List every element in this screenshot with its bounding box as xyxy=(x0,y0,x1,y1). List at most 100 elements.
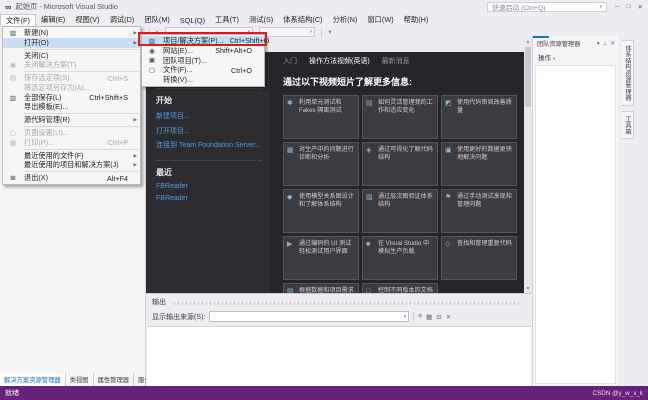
output-content[interactable] xyxy=(147,326,531,386)
menu-item-export-template[interactable]: 导出模板(E)... xyxy=(3,103,140,113)
window-title: 起始页 - Microsoft Visual Studio xyxy=(15,2,117,12)
quick-launch-box[interactable]: 快速启动 (Ctrl+Q) ▾ xyxy=(487,2,607,12)
menu-item-page-setup[interactable]: ▢页面设置(U)... xyxy=(3,128,140,138)
menu-test[interactable]: 测试(S) xyxy=(244,14,278,26)
video-tile[interactable]: ◇查找和管理重复代码 xyxy=(441,236,517,280)
auto-hide-tab-strip: 体系结构资源管理器 工具箱 xyxy=(618,36,648,386)
output-source-combo[interactable]: ▾ xyxy=(209,311,409,322)
video-tile[interactable]: ▦对生产中的问题进行诊断和分析 xyxy=(283,142,359,186)
menu-item-print[interactable]: ▦打印(P)...Ctrl+P xyxy=(3,138,140,148)
video-tile[interactable]: ⚑通过手动测试发现和管理问题 xyxy=(441,189,517,233)
menu-help[interactable]: 帮助(H) xyxy=(399,14,434,26)
close-solution-icon: ▣ xyxy=(7,61,19,69)
recent-project-link[interactable]: FBReader xyxy=(156,183,262,190)
menu-architecture[interactable]: 体系结构(C) xyxy=(278,14,327,26)
minimize-button[interactable]: ─ xyxy=(615,3,620,11)
recent-project-link[interactable]: FBReader xyxy=(156,195,262,202)
maximize-button[interactable]: □ xyxy=(627,3,631,11)
file-menu-dropdown: ▧新建(N)▶ 打开(O)▶ 关闭(C) ▣关闭解决方案(T) ▤保存选定项(S… xyxy=(2,26,141,185)
video-tile[interactable]: ▶通过编码的 UI 测试轻松测试用户界面 xyxy=(283,236,359,280)
layer-diagram-icon: ▧ xyxy=(366,193,373,202)
connect-tfs-link[interactable]: 连接到 Team Foundation Server... xyxy=(156,140,262,150)
video-tile[interactable]: □控制不同版本的文档 xyxy=(362,283,438,293)
close-button[interactable]: ✕ xyxy=(638,3,643,11)
submenu-arrow-icon: ▶ xyxy=(134,153,137,159)
show-output-icon[interactable]: ▦ xyxy=(426,313,432,321)
menu-item-exit[interactable]: ⊠退出(X)Alt+F4 xyxy=(3,173,140,183)
menu-item-open-website[interactable]: ◉网站(E)...Shift+Alt+O xyxy=(142,46,264,56)
title-bar: ∞ 起始页 - Microsoft Visual Studio 快速启动 (Ct… xyxy=(0,0,648,14)
menu-item-close[interactable]: 关闭(C) xyxy=(3,51,140,61)
code-review-icon: ◩ xyxy=(445,99,452,108)
close-icon[interactable]: ✕ xyxy=(610,41,615,47)
team-explorer-content[interactable] xyxy=(535,65,616,384)
menu-window[interactable]: 窗口(W) xyxy=(362,14,398,26)
menu-item-convert[interactable]: 转换(V)... xyxy=(142,75,264,85)
menu-analyze[interactable]: 分析(N) xyxy=(328,14,363,26)
menu-item-recent-projects[interactable]: 最近使用的项目和解决方案(J)▶ xyxy=(3,161,140,171)
video-tile[interactable]: ▨根据数据和项目需求生成报告 xyxy=(283,283,359,293)
tab-latest-news[interactable]: 最新消息 xyxy=(382,56,410,66)
video-tile[interactable]: ■在 Visual Studio 中模拟生产负载 xyxy=(362,236,438,280)
tab-get-started[interactable]: 入门 xyxy=(283,56,297,66)
video-tile[interactable]: ◈通过可视化了解代码结构 xyxy=(362,142,438,186)
menu-sql[interactable]: SQL(Q) xyxy=(175,15,210,26)
word-wrap-icon[interactable]: ≡ xyxy=(418,313,422,320)
menu-separator xyxy=(24,113,139,114)
tab-property-manager[interactable]: 属性管理器 xyxy=(94,373,134,386)
menu-item-new[interactable]: ▧新建(N)▶ xyxy=(3,28,140,38)
menu-item-close-solution[interactable]: ▣关闭解决方案(T) xyxy=(3,60,140,70)
team-project-icon: ▣ xyxy=(146,56,158,64)
panel-grip[interactable] xyxy=(174,302,520,305)
menu-team[interactable]: 团队(M) xyxy=(139,14,175,26)
actions-dropdown[interactable]: 操作 ▾ xyxy=(533,49,618,64)
menu-item-open[interactable]: 打开(O)▶ xyxy=(3,38,140,48)
new-project-link[interactable]: 新建项目... xyxy=(156,111,262,121)
chevron-down-icon: ▾ xyxy=(553,56,555,61)
tab-class-view[interactable]: 类视图 xyxy=(66,373,94,386)
scroll-up-icon[interactable]: ▲ xyxy=(524,38,532,46)
menu-separator xyxy=(24,126,139,127)
menu-item-open-file[interactable]: ▢文件(F)...Ctrl+O xyxy=(142,65,264,75)
video-tile[interactable]: ▤如何灵活管理我的工作和适应变化 xyxy=(362,95,438,139)
scrollbar-thumb[interactable] xyxy=(525,47,531,107)
menu-item-save-as[interactable]: 将选定项另存为(A)... xyxy=(3,83,140,93)
output-panel: 输出 显示输出来源(S): ▾ ≡ ▦ ⊟ ✕ xyxy=(146,293,532,386)
menu-separator xyxy=(24,171,139,172)
menu-item-open-team-project[interactable]: ▣团队项目(T)... xyxy=(142,56,264,66)
video-tile[interactable]: ◆使用模型关系图设计和了解体系结构 xyxy=(283,189,359,233)
tab-architecture-explorer[interactable]: 体系结构资源管理器 xyxy=(622,40,634,106)
tab-toolbox[interactable]: 工具箱 xyxy=(622,111,634,140)
scroll-down-icon[interactable]: ▼ xyxy=(524,285,532,293)
data-icon: ▣ xyxy=(445,146,452,155)
video-tile[interactable]: ✱利用单元测试和 Fakes 隔离测试 xyxy=(283,95,359,139)
video-tile[interactable]: ◩使用代码审阅改善质量 xyxy=(441,95,517,139)
tab-solution-explorer[interactable]: 解决方案资源管理器 xyxy=(0,373,66,386)
tab-how-to-videos[interactable]: 操作方法视频(英语) xyxy=(309,56,370,66)
menu-tools[interactable]: 工具(T) xyxy=(210,14,244,26)
close-panel-icon[interactable]: ✕ xyxy=(446,313,451,321)
clear-all-icon[interactable]: ⊟ xyxy=(436,313,441,321)
menu-file[interactable]: 文件(F) xyxy=(0,14,36,27)
submenu-arrow-icon: ▶ xyxy=(134,117,137,123)
output-source-label: 显示输出来源(S): xyxy=(152,312,205,322)
menu-item-save-all[interactable]: ▥全部保存(L)Ctrl+Shift+S xyxy=(3,93,140,103)
start-page-scrollbar[interactable]: ▲ ▼ xyxy=(524,38,532,293)
find-dropdown-icon[interactable]: ▾ xyxy=(328,28,331,36)
menu-item-recent-files[interactable]: 最近使用的文件(F)▶ xyxy=(3,151,140,161)
window-position-icon[interactable]: ▾ xyxy=(597,41,600,47)
menu-item-open-project-solution[interactable]: ▨项目/解决方案(P)...Ctrl+Shift+O xyxy=(142,36,264,46)
menu-view[interactable]: 视图(V) xyxy=(70,14,104,26)
menu-edit[interactable]: 编辑(E) xyxy=(36,14,70,26)
open-project-link[interactable]: 打开项目... xyxy=(156,126,262,136)
page-setup-icon: ▢ xyxy=(7,129,19,137)
menu-item-source-control[interactable]: 源代码管理(R)▶ xyxy=(3,115,140,125)
menu-bar: 文件(F) 编辑(E) 视图(V) 调试(D) 团队(M) SQL(Q) 工具(… xyxy=(0,14,648,26)
menu-debug[interactable]: 调试(D) xyxy=(105,14,140,26)
task-board-icon: ▤ xyxy=(366,99,373,108)
menu-item-save-selected[interactable]: ▤保存选定项(S)Ctrl+S xyxy=(3,73,140,83)
pin-icon[interactable]: ⊥ xyxy=(603,41,608,47)
video-tile[interactable]: ▧通过层次图验证体系结构 xyxy=(362,189,438,233)
load-test-icon: ■ xyxy=(366,240,370,249)
video-tile[interactable]: ▣使用更好的数据更快地解决问题 xyxy=(441,142,517,186)
